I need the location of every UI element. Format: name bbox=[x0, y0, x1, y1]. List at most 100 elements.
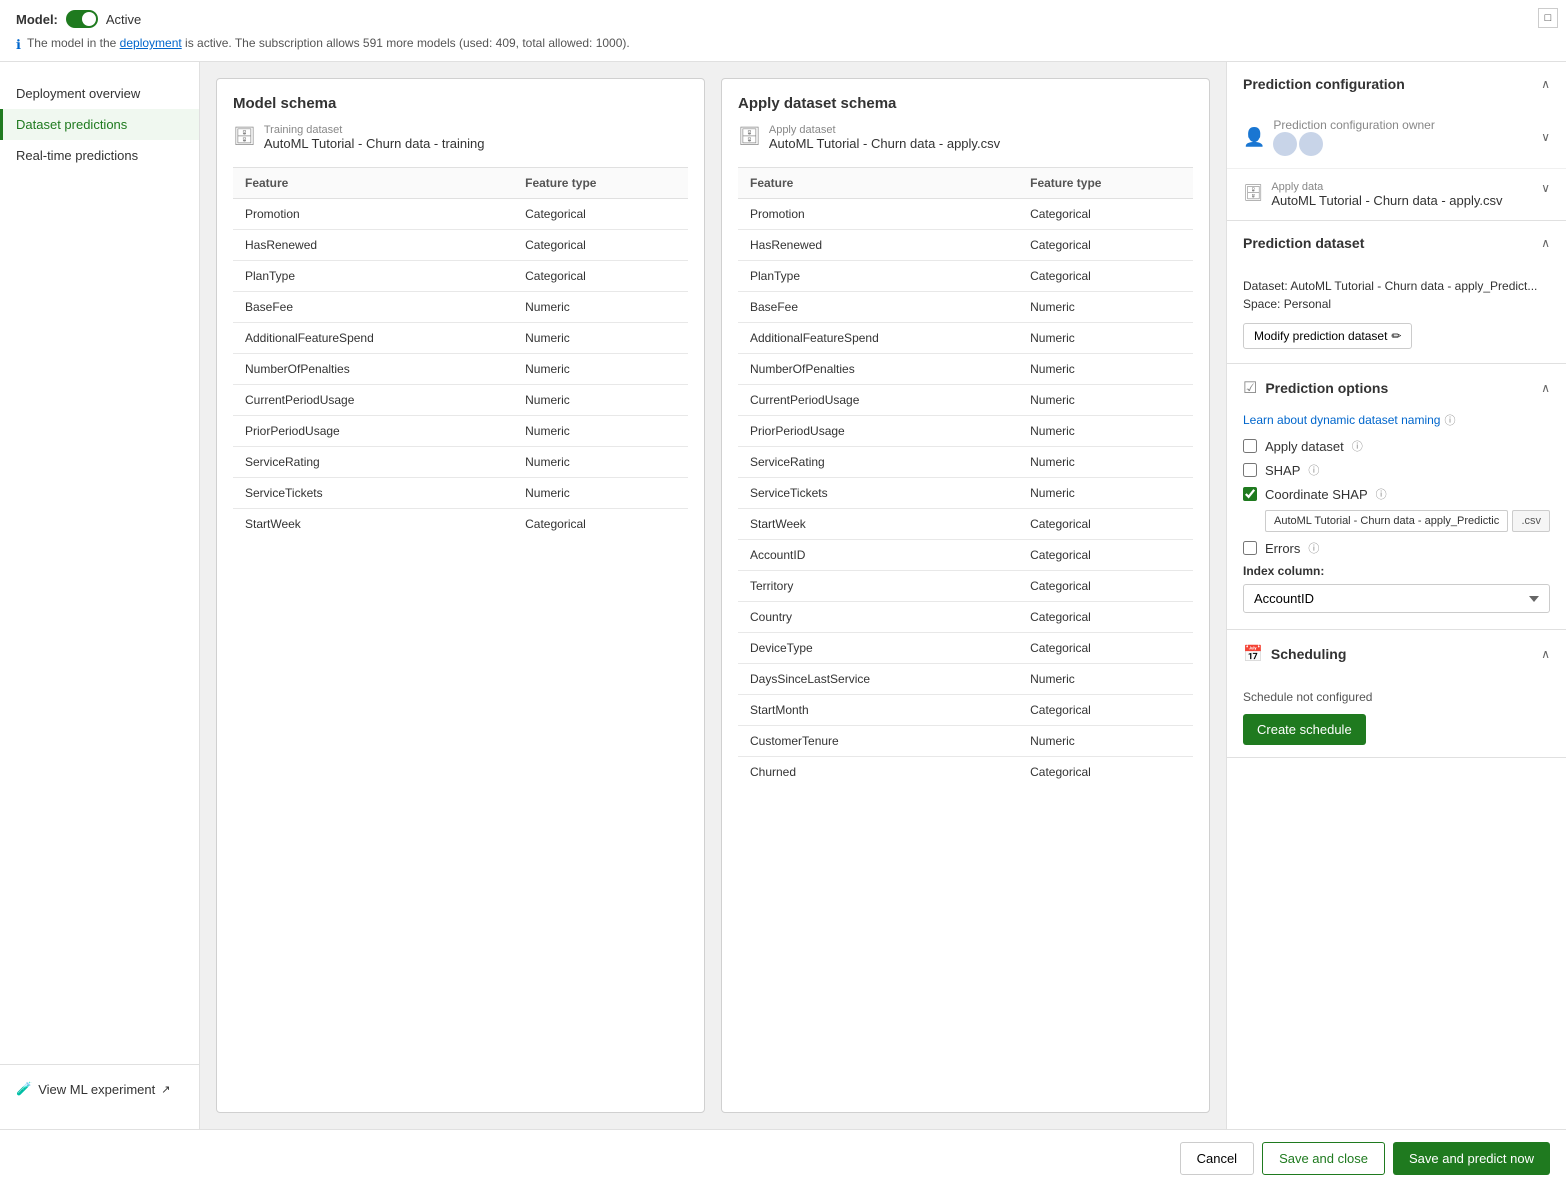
prediction-dataset-header[interactable]: Prediction dataset ∧ bbox=[1227, 221, 1566, 265]
index-column-select[interactable]: AccountID Promotion HasRenewed PlanType bbox=[1243, 584, 1550, 613]
prediction-options-header[interactable]: ☑ Prediction options ∧ bbox=[1227, 364, 1566, 412]
feature-type: Numeric bbox=[513, 323, 688, 354]
feature-name: NumberOfPenalties bbox=[738, 354, 1018, 385]
info-text: The model in the deployment is active. T… bbox=[27, 36, 630, 50]
table-row: AdditionalFeatureSpendNumeric bbox=[738, 323, 1193, 354]
feature-type: Categorical bbox=[513, 261, 688, 292]
table-row: HasRenewedCategorical bbox=[233, 230, 688, 261]
csv-badge: .csv bbox=[1512, 510, 1550, 532]
model-label: Model: bbox=[16, 12, 58, 27]
apply-data-db-icon: 🗄 bbox=[1243, 183, 1263, 203]
feature-name: AdditionalFeatureSpend bbox=[233, 323, 513, 354]
table-row: PromotionCategorical bbox=[233, 199, 688, 230]
apply-dataset-icon: 🗄 bbox=[738, 126, 761, 147]
feature-name: ServiceRating bbox=[738, 447, 1018, 478]
apply-schema-title: Apply dataset schema bbox=[738, 95, 1193, 112]
model-col-feature: Feature bbox=[233, 168, 513, 199]
feature-type: Categorical bbox=[1018, 230, 1193, 261]
prediction-config-header[interactable]: Prediction configuration ∧ bbox=[1227, 62, 1566, 106]
window-expand-button[interactable]: □ bbox=[1538, 8, 1558, 28]
table-row: AdditionalFeatureSpendNumeric bbox=[233, 323, 688, 354]
feature-type: Numeric bbox=[513, 292, 688, 323]
table-row: BaseFeeNumeric bbox=[233, 292, 688, 323]
save-and-close-button[interactable]: Save and close bbox=[1262, 1142, 1385, 1175]
table-row: AccountIDCategorical bbox=[738, 540, 1193, 571]
prediction-options-title: Prediction options bbox=[1265, 380, 1388, 396]
sidebar-item-deployment-overview[interactable]: Deployment overview bbox=[0, 78, 199, 109]
sidebar: Deployment overview Dataset predictions … bbox=[0, 62, 200, 1129]
sidebar-item-real-time-predictions[interactable]: Real-time predictions bbox=[0, 140, 199, 171]
active-label: Active bbox=[106, 12, 141, 27]
feature-name: HasRenewed bbox=[233, 230, 513, 261]
coordinate-shap-info-icon: ⓘ bbox=[1376, 486, 1387, 502]
feature-name: PlanType bbox=[233, 261, 513, 292]
model-col-feature-type: Feature type bbox=[513, 168, 688, 199]
feature-type: Categorical bbox=[513, 230, 688, 261]
table-row: DaysSinceLastServiceNumeric bbox=[738, 664, 1193, 695]
table-row: PriorPeriodUsageNumeric bbox=[233, 416, 688, 447]
footer: Cancel Save and close Save and predict n… bbox=[0, 1129, 1566, 1187]
feature-name: HasRenewed bbox=[738, 230, 1018, 261]
table-row: ChurnedCategorical bbox=[738, 757, 1193, 788]
model-toggle[interactable] bbox=[66, 10, 98, 28]
table-row: PromotionCategorical bbox=[738, 199, 1193, 230]
prediction-config-title: Prediction configuration bbox=[1243, 76, 1405, 92]
create-schedule-button[interactable]: Create schedule bbox=[1243, 714, 1366, 745]
feature-name: Promotion bbox=[738, 199, 1018, 230]
errors-checkbox[interactable] bbox=[1243, 541, 1257, 555]
schedule-not-configured-text: Schedule not configured bbox=[1243, 690, 1550, 704]
cancel-button[interactable]: Cancel bbox=[1180, 1142, 1254, 1175]
feature-type: Numeric bbox=[513, 478, 688, 509]
dynamic-naming-link[interactable]: Learn about dynamic dataset naming ⓘ bbox=[1243, 412, 1550, 428]
feature-type: Categorical bbox=[1018, 757, 1193, 788]
apply-data-name: AutoML Tutorial - Churn data - apply.csv bbox=[1271, 193, 1533, 208]
coordinate-shap-checkbox[interactable] bbox=[1243, 487, 1257, 501]
shap-checkbox[interactable] bbox=[1243, 463, 1257, 477]
view-experiment-link[interactable]: 🧪 View ML experiment ↗ bbox=[16, 1081, 183, 1097]
table-row: BaseFeeNumeric bbox=[738, 292, 1193, 323]
feature-name: Country bbox=[738, 602, 1018, 633]
feature-type: Categorical bbox=[1018, 602, 1193, 633]
feature-type: Categorical bbox=[513, 199, 688, 230]
apply-col-feature-type: Feature type bbox=[1018, 168, 1193, 199]
errors-checkbox-row: Errors ⓘ bbox=[1243, 540, 1550, 556]
apply-schema-table: Feature Feature type PromotionCategorica… bbox=[738, 167, 1193, 787]
view-experiment-label: View ML experiment bbox=[38, 1082, 155, 1097]
sidebar-item-dataset-predictions[interactable]: Dataset predictions bbox=[0, 109, 199, 140]
prediction-dataset-chevron: ∧ bbox=[1541, 236, 1550, 250]
scheduling-section: 📅 Scheduling ∧ Schedule not configured C… bbox=[1227, 630, 1566, 758]
feature-name: BaseFee bbox=[738, 292, 1018, 323]
apply-dataset-info-icon: ⓘ bbox=[1352, 438, 1363, 454]
coordinate-shap-label: Coordinate SHAP bbox=[1265, 487, 1368, 502]
table-row: DeviceTypeCategorical bbox=[738, 633, 1193, 664]
pred-dataset-space: Space: Personal bbox=[1243, 297, 1550, 311]
prediction-options-chevron: ∧ bbox=[1541, 381, 1550, 395]
feature-type: Numeric bbox=[1018, 478, 1193, 509]
coordinate-shap-input[interactable] bbox=[1265, 510, 1508, 532]
feature-name: Territory bbox=[738, 571, 1018, 602]
save-and-predict-button[interactable]: Save and predict now bbox=[1393, 1142, 1550, 1175]
modify-prediction-dataset-button[interactable]: Modify prediction dataset ✏ bbox=[1243, 323, 1412, 349]
deployment-link[interactable]: deployment bbox=[120, 36, 182, 50]
main-content: Model schema 🗄 Training dataset AutoML T… bbox=[200, 62, 1226, 1129]
table-row: TerritoryCategorical bbox=[738, 571, 1193, 602]
feature-type: Numeric bbox=[1018, 385, 1193, 416]
table-row: CurrentPeriodUsageNumeric bbox=[233, 385, 688, 416]
flask-icon: 🧪 bbox=[16, 1081, 32, 1097]
feature-type: Categorical bbox=[513, 509, 688, 540]
apply-dataset-checkbox[interactable] bbox=[1243, 439, 1257, 453]
feature-name: NumberOfPenalties bbox=[233, 354, 513, 385]
table-row: CustomerTenureNumeric bbox=[738, 726, 1193, 757]
table-row: CurrentPeriodUsageNumeric bbox=[738, 385, 1193, 416]
training-dataset-name: AutoML Tutorial - Churn data - training bbox=[264, 136, 485, 151]
prediction-dataset-title: Prediction dataset bbox=[1243, 235, 1364, 251]
model-schema-title: Model schema bbox=[233, 95, 688, 112]
scheduling-header[interactable]: 📅 Scheduling ∧ bbox=[1227, 630, 1566, 678]
table-row: PlanTypeCategorical bbox=[233, 261, 688, 292]
feature-type: Numeric bbox=[513, 385, 688, 416]
feature-type: Numeric bbox=[513, 416, 688, 447]
external-link-icon: ↗ bbox=[161, 1083, 170, 1096]
scheduling-chevron: ∧ bbox=[1541, 647, 1550, 661]
table-row: StartMonthCategorical bbox=[738, 695, 1193, 726]
dynamic-naming-label: Learn about dynamic dataset naming bbox=[1243, 413, 1440, 427]
